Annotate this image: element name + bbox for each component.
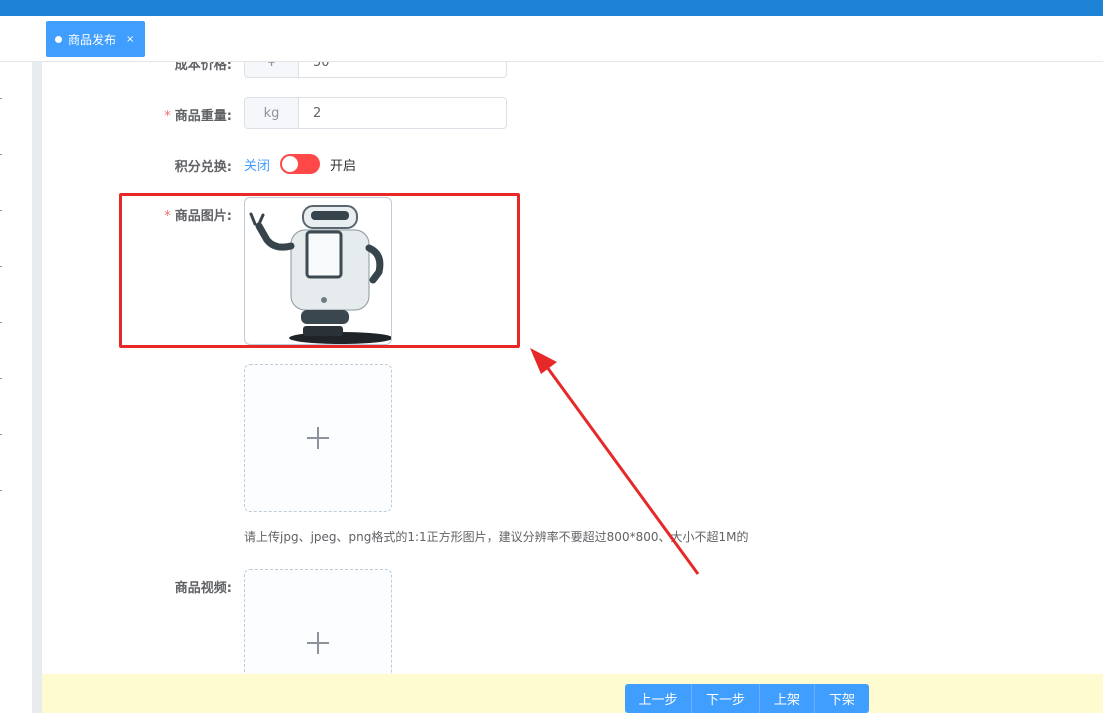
sidebar-tick [0, 210, 2, 211]
footer-action-bar: 上一步 下一步 上架 下架 [42, 674, 1103, 713]
dot-icon [55, 35, 62, 43]
sidebar-tick [0, 490, 2, 491]
tab-product-publish[interactable]: 商品发布 × [46, 21, 145, 57]
toggle-switch[interactable] [280, 154, 321, 174]
annotation-highlight-box [119, 193, 520, 348]
form-content: 成本价格: ¥ 50 * 商品重量: kg 2 积分兑换: 关闭 开启 * 商品图片… [42, 62, 1103, 713]
sidebar-tick [0, 266, 2, 267]
product-video-label: 商品视频: [174, 581, 232, 596]
tab-label: 商品发布 [68, 32, 117, 47]
tab-bar: 商品发布 × [0, 16, 1103, 62]
cost-price-field[interactable]: ¥ 50 [244, 62, 507, 78]
shelve-off-button[interactable]: 下架 [815, 684, 869, 713]
left-sidebar-edge [0, 62, 32, 713]
currency-prefix: ¥ [245, 62, 299, 77]
weight-value[interactable]: 2 [299, 98, 321, 128]
sidebar-tick [0, 154, 2, 155]
close-icon[interactable]: × [126, 34, 134, 45]
switch-knob [282, 156, 299, 172]
footer-button-group: 上一步 下一步 上架 下架 [625, 684, 869, 713]
plus-icon [307, 632, 329, 654]
upload-hint: 请上传jpg、jpeg、png格式的1:1正方形图片，建议分辨率不要超过800*… [244, 530, 749, 544]
required-mark: * [164, 109, 171, 124]
weight-unit-prefix: kg [245, 98, 299, 128]
cost-price-value[interactable]: 50 [299, 62, 330, 77]
cost-price-label: 成本价格: [174, 62, 232, 73]
sidebar-tick [0, 378, 2, 379]
points-exchange-label: 积分兑换: [174, 160, 232, 175]
switch-off-text[interactable]: 关闭 [244, 155, 270, 174]
switch-on-text[interactable]: 开启 [330, 155, 356, 174]
sidebar-tick [0, 434, 2, 435]
image-upload-button[interactable] [244, 364, 392, 512]
weight-field[interactable]: kg 2 [244, 97, 507, 129]
vertical-scrollbar[interactable] [32, 62, 42, 713]
shelve-on-button[interactable]: 上架 [760, 684, 815, 713]
sidebar-tick [0, 322, 2, 323]
plus-icon [307, 427, 329, 449]
weight-label: * 商品重量: [164, 109, 232, 124]
next-step-button[interactable]: 下一步 [692, 684, 760, 713]
top-header-bar [0, 0, 1103, 16]
sidebar-tick [0, 98, 2, 99]
points-exchange-switch[interactable]: 关闭 开启 [244, 154, 356, 174]
prev-step-button[interactable]: 上一步 [625, 684, 692, 713]
